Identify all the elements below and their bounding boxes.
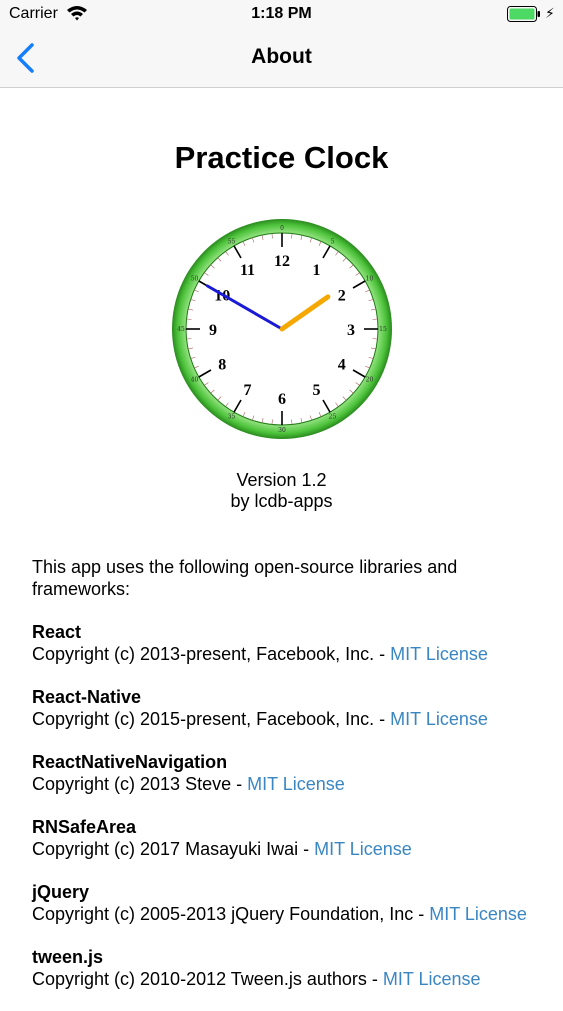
library-name: React-Native: [32, 687, 142, 707]
minute-number: 20: [366, 377, 374, 384]
library-name: React: [32, 622, 82, 642]
library-name: jQuery: [32, 882, 90, 902]
library-item: RNSafeArea Copyright (c) 2017 Masayuki I…: [32, 816, 532, 860]
library-list: React Copyright (c) 2013-present, Facebo…: [32, 621, 532, 1011]
hour-number: 5: [313, 382, 321, 399]
navigation-bar: About: [0, 30, 563, 88]
minute-number: 55: [228, 239, 236, 246]
library-item: React Copyright (c) 2013-present, Facebo…: [32, 621, 532, 665]
hour-number: 4: [338, 357, 346, 374]
library-item: jQuery Copyright (c) 2005-2013 jQuery Fo…: [32, 881, 532, 925]
library-name: RNSafeArea: [32, 817, 137, 837]
library-copyright: Copyright (c) 2005-2013 jQuery Foundatio…: [32, 904, 527, 924]
license-link[interactable]: MIT License: [390, 644, 488, 664]
hour-number: 7: [244, 382, 252, 399]
license-link[interactable]: MIT License: [247, 774, 345, 794]
hour-number: 11: [240, 262, 255, 279]
library-name: ReactNativeNavigation: [32, 752, 228, 772]
battery-icon: [507, 6, 540, 22]
library-name: tween.js: [32, 947, 104, 967]
hour-number: 1: [313, 262, 321, 279]
status-bar: Carrier 1:18 PM ⚡: [0, 0, 563, 30]
library-copyright: Copyright (c) 2013 Steve - MIT License: [32, 774, 345, 794]
author-label: by lcdb-apps: [230, 491, 333, 511]
minute-number: 45: [177, 326, 185, 333]
library-item: ReactNativeNavigation Copyright (c) 2013…: [32, 751, 532, 795]
hour-number: 8: [218, 357, 226, 374]
minute-number: 40: [191, 377, 199, 384]
minute-number: 0: [280, 225, 284, 232]
license-link[interactable]: MIT License: [314, 839, 412, 859]
nav-title: About: [251, 45, 312, 68]
library-copyright: Copyright (c) 2017 Masayuki Iwai - MIT L…: [32, 839, 412, 859]
library-copyright: Copyright (c) 2010-2012 Tween.js authors…: [32, 969, 481, 989]
version-info: Version 1.2 by lcdb-apps: [0, 470, 563, 512]
version-label: Version 1.2: [236, 470, 327, 490]
hour-number: 12: [274, 253, 290, 270]
hour-number: 3: [347, 322, 355, 339]
hour-number: 2: [338, 288, 346, 305]
license-link[interactable]: MIT License: [383, 969, 481, 989]
clock-face: 0510152025303540455055 121234567891011: [172, 219, 392, 439]
status-time: 1:18 PM: [251, 5, 312, 22]
library-copyright: Copyright (c) 2013-present, Facebook, In…: [32, 644, 488, 664]
library-item: tween.js Copyright (c) 2010-2012 Tween.j…: [32, 946, 532, 990]
libraries-intro: This app uses the following open-source …: [32, 557, 458, 599]
minute-number: 15: [379, 326, 387, 333]
minute-number: 50: [191, 276, 199, 283]
app-title: Practice Clock: [174, 140, 389, 175]
license-link[interactable]: MIT License: [390, 709, 488, 729]
library-copyright: Copyright (c) 2015-present, Facebook, In…: [32, 709, 488, 729]
library-item: React-Native Copyright (c) 2015-present,…: [32, 686, 532, 730]
minute-number: 30: [278, 427, 286, 434]
charging-icon: ⚡: [545, 5, 555, 21]
hour-number: 9: [209, 322, 217, 339]
minute-number: 5: [331, 239, 335, 246]
license-link[interactable]: MIT License: [429, 904, 527, 924]
minute-number: 35: [228, 413, 236, 420]
minute-number: 10: [366, 276, 374, 283]
hour-number: 6: [278, 391, 286, 408]
minute-number: 25: [329, 413, 337, 420]
